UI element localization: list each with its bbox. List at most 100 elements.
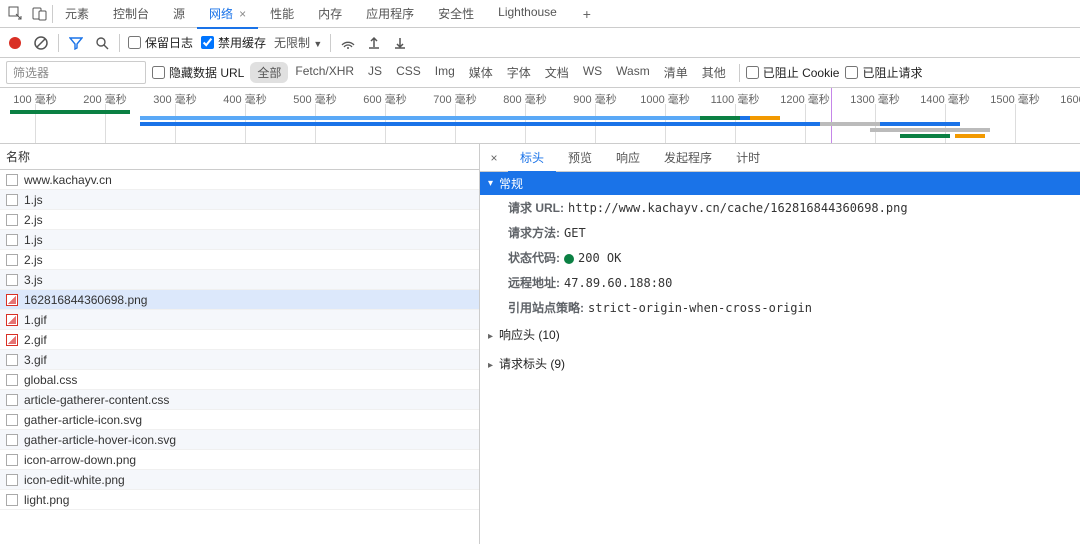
timeline-tick: 1600 毫秒 — [1050, 88, 1080, 108]
devtools-tab-网络[interactable]: 网络× — [197, 0, 258, 28]
filter-chip-Wasm[interactable]: Wasm — [609, 62, 657, 83]
preserve-log-label: 保留日志 — [145, 34, 193, 51]
request-row[interactable]: 162816844360698.png — [0, 290, 479, 310]
filter-chip-JS[interactable]: JS — [361, 62, 389, 83]
request-row[interactable]: 1.js — [0, 190, 479, 210]
request-headers-section[interactable]: 请求标头 (9) — [480, 349, 1080, 378]
file-type-icon — [6, 434, 18, 446]
details-tab-响应[interactable]: 响应 — [604, 143, 652, 172]
devtools-tab-安全性[interactable]: 安全性 — [426, 0, 486, 28]
filter-chip-Fetch/XHR[interactable]: Fetch/XHR — [288, 62, 361, 83]
request-row[interactable]: www.kachayv.cn — [0, 170, 479, 190]
network-conditions-icon[interactable] — [339, 34, 357, 52]
request-row[interactable]: 3.gif — [0, 350, 479, 370]
file-type-icon — [6, 214, 18, 226]
devtools-tab-Lighthouse[interactable]: Lighthouse — [486, 0, 569, 28]
referrer-policy-row: 引用站点策略:strict-origin-when-cross-origin — [480, 295, 1080, 320]
request-row[interactable]: 1.gif — [0, 310, 479, 330]
close-tab-icon[interactable]: × — [239, 7, 246, 21]
request-method-row: 请求方法:GET — [480, 220, 1080, 245]
disable-cache-label: 禁用缓存 — [218, 34, 266, 51]
file-type-icon — [6, 394, 18, 406]
network-toolbar: 保留日志 禁用缓存 无限制 ▼ — [0, 28, 1080, 58]
file-type-icon — [6, 454, 18, 466]
export-icon[interactable] — [365, 34, 383, 52]
timeline-tick: 300 毫秒 — [140, 88, 210, 108]
request-row[interactable]: icon-edit-white.png — [0, 470, 479, 490]
timeline-bar — [900, 134, 950, 138]
file-type-icon — [6, 194, 18, 206]
blocked-requests-checkbox[interactable]: 已阻止请求 — [845, 64, 922, 81]
request-row[interactable]: 1.js — [0, 230, 479, 250]
throttling-select[interactable]: 无限制 ▼ — [274, 34, 322, 51]
column-header-name[interactable]: 名称 — [0, 144, 479, 170]
request-row[interactable]: 2.js — [0, 210, 479, 230]
timeline-tick: 200 毫秒 — [70, 88, 140, 108]
request-row[interactable]: light.png — [0, 490, 479, 510]
file-type-icon — [6, 374, 18, 386]
file-type-icon — [6, 234, 18, 246]
filter-chip-全部[interactable]: 全部 — [250, 62, 288, 83]
response-headers-section[interactable]: 响应头 (10) — [480, 320, 1080, 349]
filter-chip-字体[interactable]: 字体 — [500, 62, 538, 83]
timeline-tick: 900 毫秒 — [560, 88, 630, 108]
add-tab-icon[interactable]: + — [577, 4, 597, 24]
filter-chip-其他[interactable]: 其他 — [695, 62, 733, 83]
details-tab-预览[interactable]: 预览 — [556, 143, 604, 172]
request-row[interactable]: article-gatherer-content.css — [0, 390, 479, 410]
import-icon[interactable] — [391, 34, 409, 52]
separator — [330, 34, 331, 52]
general-section-header[interactable]: 常规 — [480, 172, 1080, 195]
search-icon[interactable] — [93, 34, 111, 52]
network-filter-bar: 筛选器 隐藏数据 URL 全部Fetch/XHRJSCSSImg媒体字体文档WS… — [0, 58, 1080, 88]
timeline-tick: 400 毫秒 — [210, 88, 280, 108]
devtools-tab-源[interactable]: 源 — [161, 0, 197, 28]
disable-cache-checkbox[interactable]: 禁用缓存 — [201, 34, 266, 51]
devtools-tab-元素[interactable]: 元素 — [53, 0, 101, 28]
blocked-cookies-checkbox[interactable]: 已阻止 Cookie — [746, 64, 840, 81]
filter-chip-CSS[interactable]: CSS — [389, 62, 428, 83]
devtools-tab-性能[interactable]: 性能 — [258, 0, 306, 28]
filter-chip-WS[interactable]: WS — [576, 62, 609, 83]
timeline-marker — [831, 88, 832, 144]
request-row[interactable]: 2.js — [0, 250, 479, 270]
devtools-tab-内存[interactable]: 内存 — [306, 0, 354, 28]
request-row[interactable]: gather-article-hover-icon.svg — [0, 430, 479, 450]
request-name: light.png — [24, 493, 69, 507]
request-name: www.kachayv.cn — [24, 173, 112, 187]
hide-data-urls-checkbox[interactable]: 隐藏数据 URL — [152, 64, 244, 81]
request-row[interactable]: global.css — [0, 370, 479, 390]
separator — [739, 64, 740, 82]
devtools-tab-控制台[interactable]: 控制台 — [101, 0, 161, 28]
preserve-log-checkbox[interactable]: 保留日志 — [128, 34, 193, 51]
clear-icon[interactable] — [32, 34, 50, 52]
request-row[interactable]: 3.js — [0, 270, 479, 290]
separator — [119, 34, 120, 52]
timeline-tick: 1500 毫秒 — [980, 88, 1050, 108]
timeline-bar — [955, 134, 985, 138]
request-row[interactable]: gather-article-icon.svg — [0, 410, 479, 430]
filter-chip-Img[interactable]: Img — [428, 62, 462, 83]
filter-icon[interactable] — [67, 34, 85, 52]
device-toggle-icon[interactable] — [30, 4, 50, 24]
timeline-tick: 1400 毫秒 — [910, 88, 980, 108]
close-details-button[interactable]: × — [480, 151, 508, 165]
file-type-icon — [6, 354, 18, 366]
devtools-tab-应用程序[interactable]: 应用程序 — [354, 0, 426, 28]
request-name: 2.gif — [24, 333, 47, 347]
request-name: 2.js — [24, 213, 43, 227]
filter-chip-文档[interactable]: 文档 — [538, 62, 576, 83]
details-tab-发起程序[interactable]: 发起程序 — [652, 143, 724, 172]
details-tab-标头[interactable]: 标头 — [508, 143, 556, 172]
request-row[interactable]: icon-arrow-down.png — [0, 450, 479, 470]
filter-input[interactable]: 筛选器 — [6, 61, 146, 84]
filter-chip-媒体[interactable]: 媒体 — [462, 62, 500, 83]
details-tab-计时[interactable]: 计时 — [724, 143, 772, 172]
inspect-icon[interactable] — [6, 4, 26, 24]
timeline-overview[interactable]: 100 毫秒200 毫秒300 毫秒400 毫秒500 毫秒600 毫秒700 … — [0, 88, 1080, 144]
timeline-tick: 700 毫秒 — [420, 88, 490, 108]
record-button[interactable] — [6, 34, 24, 52]
request-row[interactable]: 2.gif — [0, 330, 479, 350]
filter-chip-清单[interactable]: 清单 — [657, 62, 695, 83]
file-type-icon — [6, 174, 18, 186]
